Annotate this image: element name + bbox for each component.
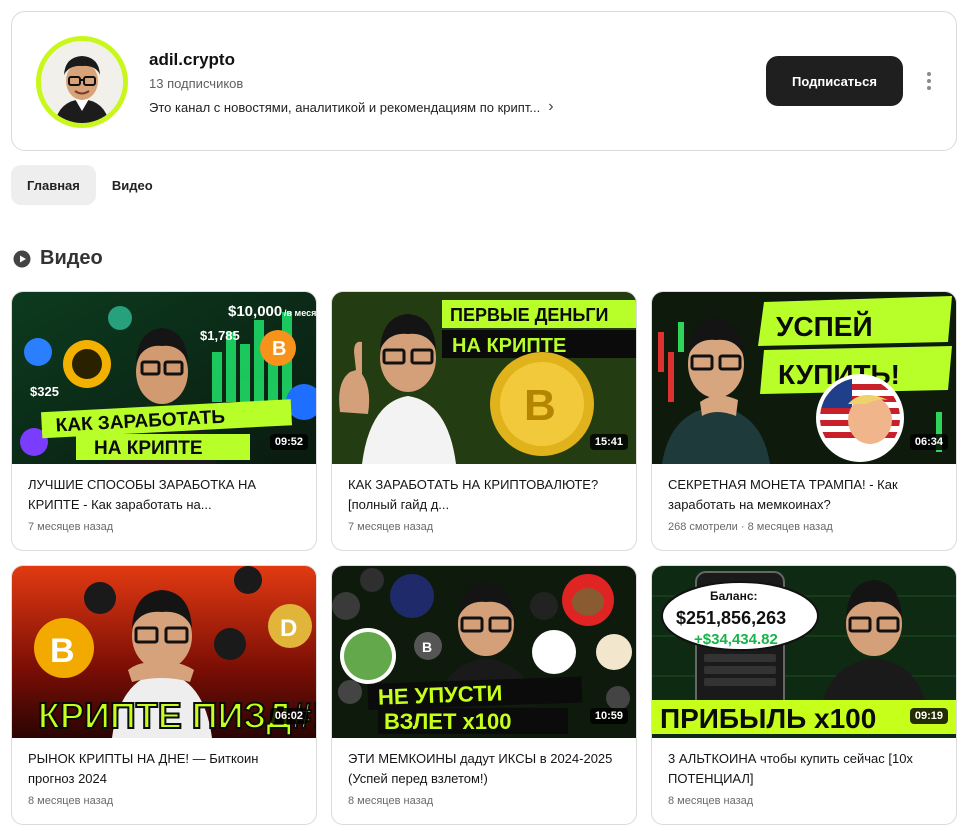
video-meta: 7 месяцев назад bbox=[348, 521, 434, 533]
tab-home[interactable]: Главная bbox=[11, 165, 96, 205]
thumb-text-1: НЕ УПУСТИ bbox=[378, 680, 503, 709]
subscriber-count: 13 подписчиков bbox=[149, 76, 244, 91]
video-duration: 10:59 bbox=[589, 708, 628, 724]
svg-text:B: B bbox=[524, 381, 556, 430]
video-duration: 09:19 bbox=[909, 708, 948, 724]
more-options-icon[interactable] bbox=[917, 68, 941, 94]
video-title[interactable]: СЕКРЕТНАЯ МОНЕТА ТРАМПА! - Как заработат… bbox=[668, 475, 944, 515]
thumb-text-2: ВЗЛЕТ х100 bbox=[384, 709, 511, 734]
svg-text:D: D bbox=[280, 615, 297, 642]
video-meta: 7 месяцев назад bbox=[28, 521, 114, 533]
chevron-right-icon: › bbox=[548, 98, 554, 115]
channel-header: adil.crypto 13 подписчиков Это канал с н… bbox=[11, 11, 957, 151]
video-duration: 15:41 bbox=[589, 434, 628, 450]
thumb-balance-label: Баланс: bbox=[710, 589, 758, 603]
video-card[interactable]: B НЕ УПУСТИ ВЗЛЕТ х100 10:59 ЭТИ МЕМКОИН… bbox=[331, 565, 637, 825]
video-card[interactable]: УСПЕЙ КУПИТЬ! 06:34 СЕКРЕТНАЯ МОНЕТА ТРА… bbox=[651, 291, 957, 551]
thumb-amount-1: $10,000 bbox=[228, 303, 282, 320]
svg-text:B: B bbox=[272, 338, 286, 360]
section-header: Видео bbox=[12, 247, 103, 270]
thumb-balance-gain: +$34,434.82 bbox=[694, 631, 778, 648]
video-card[interactable]: ПЕРВЫЕ ДЕНЬГИ НА КРИПТЕ B 15:41 КАК ЗАРА… bbox=[331, 291, 637, 551]
thumb-amount-2: $1,785 bbox=[200, 328, 240, 343]
video-thumbnail[interactable]: B НЕ УПУСТИ ВЗЛЕТ х100 10:59 bbox=[332, 566, 636, 738]
thumb-text-1: УСПЕЙ bbox=[776, 310, 873, 342]
thumb-amount-3: $325 bbox=[30, 384, 59, 399]
video-meta: 8 месяцев назад bbox=[348, 795, 434, 807]
avatar bbox=[41, 41, 123, 123]
video-title[interactable]: КАК ЗАРАБОТАТЬ НА КРИПТОВАЛЮТЕ? [полный … bbox=[348, 475, 624, 515]
video-meta: 268 смотрели · 8 месяцев назад bbox=[668, 521, 833, 533]
video-thumbnail[interactable]: B D КРИПТЕ ПИЗД#! 06:02 bbox=[12, 566, 316, 738]
thumb-amount-unit: /в месяц bbox=[284, 308, 316, 318]
video-title[interactable]: ЭТИ МЕМКОИНЫ дадут ИКСЫ в 2024-2025 (Усп… bbox=[348, 749, 624, 789]
thumb-balance-value: $251,856,263 bbox=[676, 608, 786, 628]
video-thumbnail[interactable]: УСПЕЙ КУПИТЬ! 06:34 bbox=[652, 292, 956, 464]
video-card[interactable]: B D КРИПТЕ ПИЗД#! 06:02 РЫНОК КРИПТЫ НА … bbox=[11, 565, 317, 825]
channel-description[interactable]: Это канал с новостями, аналитикой и реко… bbox=[149, 98, 554, 116]
channel-tabs: Главная Видео bbox=[11, 165, 169, 205]
video-thumbnail[interactable]: Баланс: $251,856,263 +$34,434.82 ПРИБЫЛЬ… bbox=[652, 566, 956, 738]
tab-videos[interactable]: Видео bbox=[96, 165, 169, 205]
thumb-text-1: ПРИБЫЛЬ х100 bbox=[660, 703, 876, 734]
video-card[interactable]: B $10,000 /в месяц $1,785 $325 КАК ЗАРАБ… bbox=[11, 291, 317, 551]
svg-text:B: B bbox=[50, 632, 75, 670]
svg-text:B: B bbox=[422, 639, 432, 655]
channel-description-text: Это канал с новостями, аналитикой и реко… bbox=[149, 99, 541, 115]
video-thumbnail[interactable]: B $10,000 /в месяц $1,785 $325 КАК ЗАРАБ… bbox=[12, 292, 316, 464]
thumb-text-1: ПЕРВЫЕ ДЕНЬГИ bbox=[450, 305, 608, 325]
thumb-text-2: НА КРИПТЕ bbox=[94, 438, 203, 459]
video-duration: 09:52 bbox=[269, 434, 308, 450]
subscribe-button[interactable]: Подписаться bbox=[766, 56, 903, 106]
video-thumbnail[interactable]: ПЕРВЫЕ ДЕНЬГИ НА КРИПТЕ B 15:41 bbox=[332, 292, 636, 464]
video-duration: 06:02 bbox=[269, 708, 308, 724]
video-title[interactable]: РЫНОК КРИПТЫ НА ДНЕ! — Биткоин прогноз 2… bbox=[28, 749, 304, 789]
video-duration: 06:34 bbox=[909, 434, 948, 450]
section-title: Видео bbox=[40, 247, 103, 269]
video-meta: 8 месяцев назад bbox=[28, 795, 114, 807]
channel-avatar[interactable] bbox=[36, 36, 128, 128]
video-icon bbox=[13, 250, 31, 267]
channel-name[interactable]: adil.crypto bbox=[149, 50, 235, 70]
video-title[interactable]: 3 АЛЬТКОИНА чтобы купить сейчас [10x ПОТ… bbox=[668, 749, 944, 789]
video-title[interactable]: ЛУЧШИЕ СПОСОБЫ ЗАРАБОТКА НА КРИПТЕ - Как… bbox=[28, 475, 304, 515]
video-meta: 8 месяцев назад bbox=[668, 795, 754, 807]
video-card[interactable]: Баланс: $251,856,263 +$34,434.82 ПРИБЫЛЬ… bbox=[651, 565, 957, 825]
